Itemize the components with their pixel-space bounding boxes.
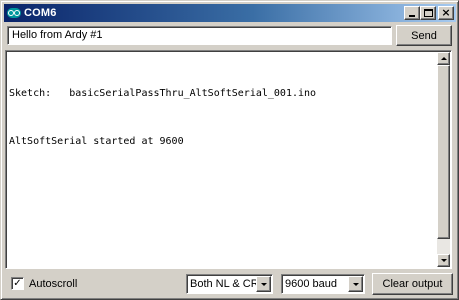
line-ending-select[interactable]: Both NL & CR	[186, 274, 273, 294]
line-ending-value: Both NL & CR	[190, 278, 259, 290]
serial-monitor-window: COM6 × Hello from Ardy #1 Send Sketch: b…	[0, 0, 459, 300]
chevron-down-icon	[353, 283, 359, 286]
window-controls: ×	[404, 6, 454, 20]
autoscroll-checkbox[interactable]: ✓	[11, 277, 24, 290]
minimize-icon	[409, 15, 415, 17]
window-title: COM6	[24, 7, 57, 19]
scroll-up-button[interactable]	[437, 52, 450, 65]
clear-output-button[interactable]: Clear output	[372, 273, 453, 295]
vertical-scrollbar[interactable]	[437, 52, 450, 267]
title-bar[interactable]: COM6 ×	[4, 4, 456, 22]
send-button[interactable]: Send	[396, 25, 452, 46]
arrow-down-icon	[441, 259, 447, 262]
baud-rate-value: 9600 baud	[285, 278, 337, 290]
baud-rate-select[interactable]: 9600 baud	[281, 274, 365, 294]
arduino-logo-icon	[7, 8, 21, 18]
serial-output-text: Sketch: basicSerialPassThru_AltSoftSeria…	[9, 54, 434, 182]
output-line: AltSoftSerial started at 9600	[9, 136, 184, 147]
serial-output-area[interactable]: Sketch: basicSerialPassThru_AltSoftSeria…	[5, 50, 452, 269]
close-icon: ×	[441, 6, 451, 19]
autoscroll-control[interactable]: ✓ Autoscroll	[11, 277, 77, 290]
scrollbar-thumb[interactable]	[437, 65, 450, 239]
line-ending-dropdown-button[interactable]	[256, 276, 271, 292]
maximize-button[interactable]	[420, 6, 436, 20]
arrow-up-icon	[441, 57, 447, 60]
serial-input-field[interactable]: Hello from Ardy #1	[7, 26, 392, 45]
close-button[interactable]: ×	[438, 6, 454, 20]
scroll-down-button[interactable]	[437, 254, 450, 267]
chevron-down-icon	[261, 283, 267, 286]
output-line: Sketch: basicSerialPassThru_AltSoftSeria…	[9, 88, 317, 99]
autoscroll-label: Autoscroll	[29, 277, 78, 290]
minimize-button[interactable]	[404, 6, 420, 20]
maximize-icon	[424, 9, 433, 17]
baud-rate-dropdown-button[interactable]	[348, 276, 363, 292]
